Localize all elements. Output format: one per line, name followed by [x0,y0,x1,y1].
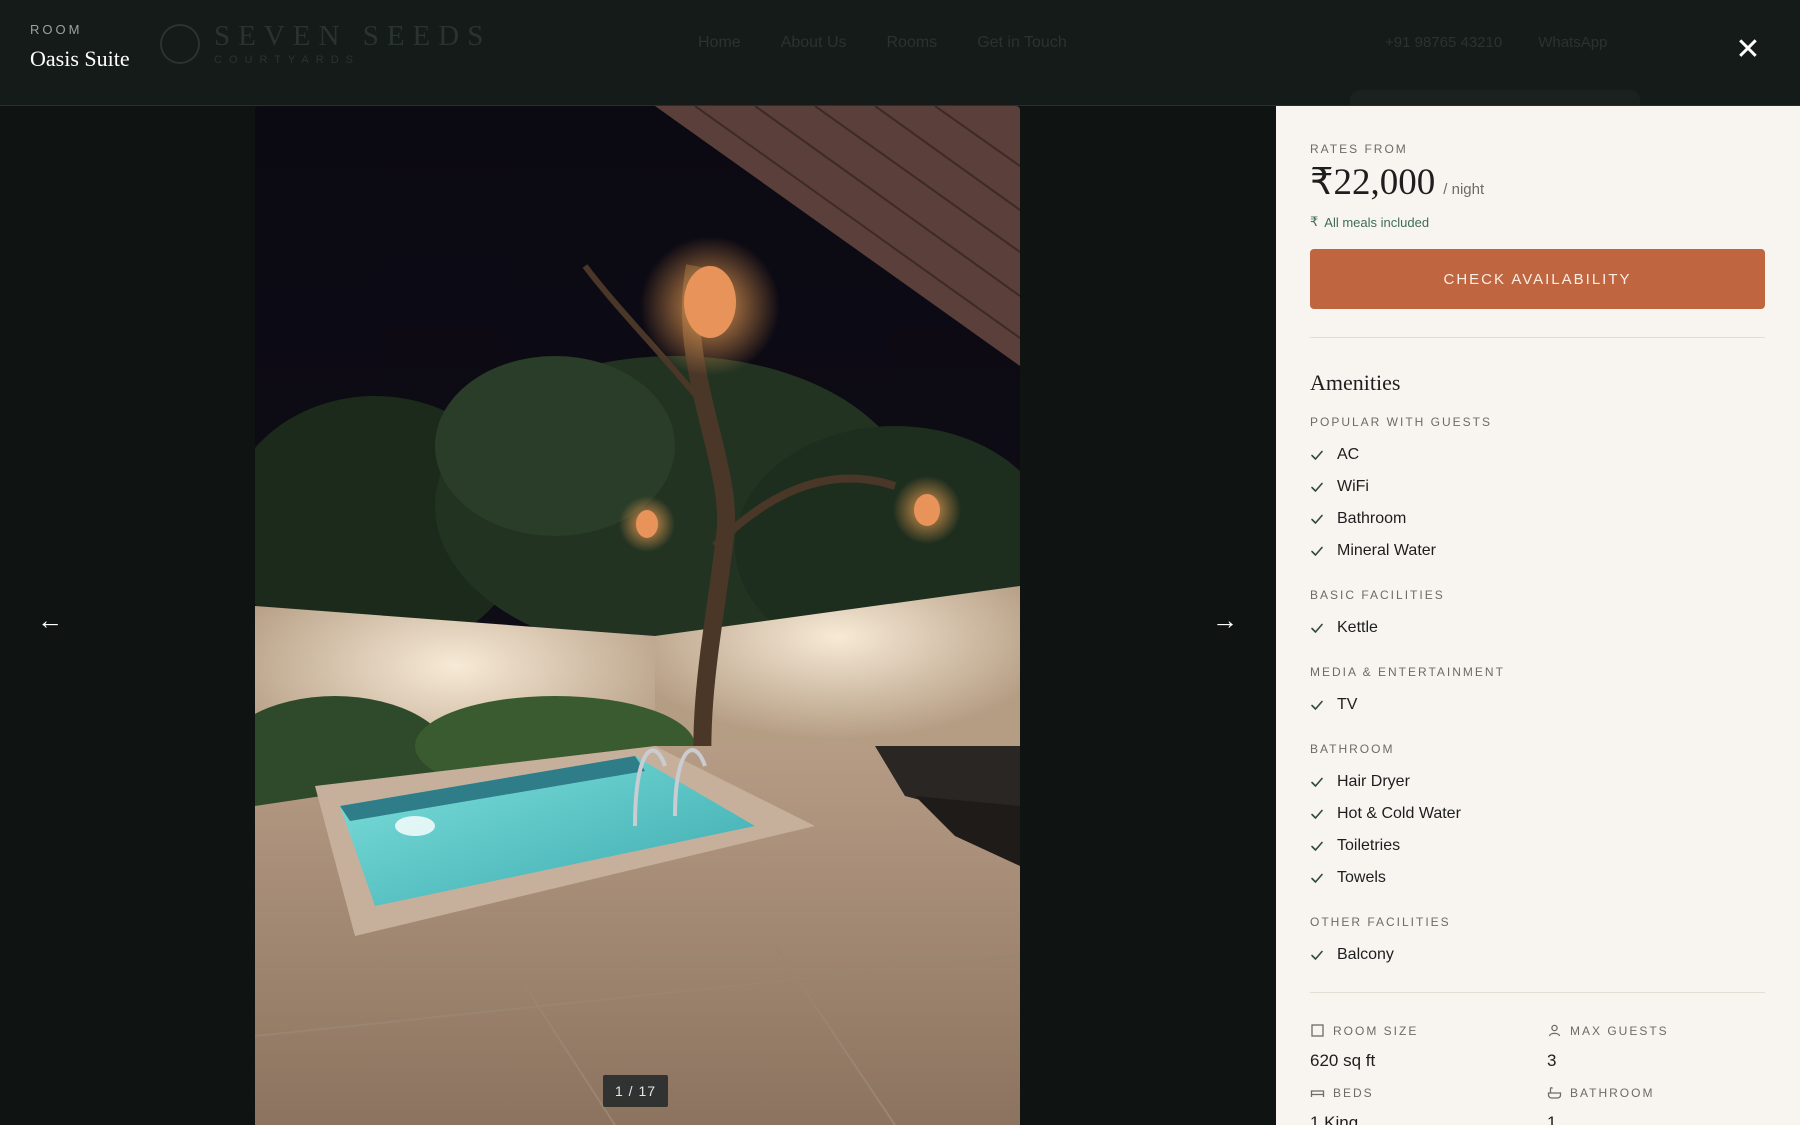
amenity-item: Hair Dryer [1310,766,1765,798]
site-header: SEVEN SEEDS COURTYARDS Home About Us Roo… [0,0,1800,110]
amenity-group-label: OTHER FACILITIES [1310,915,1451,929]
per-night: / night [1443,181,1485,198]
stat-label-text: ROOM SIZE [1333,1023,1419,1038]
prev-photo-arrow-icon[interactable]: ← [30,600,70,640]
amenity-label: Towels [1337,869,1386,886]
room-name: Oasis Suite [30,46,130,71]
stat-room-size: ROOM SIZE 620 sq ft [1310,1023,1547,1071]
person-icon [1547,1023,1562,1038]
check-icon [1310,512,1324,526]
meals-text: All meals included [1324,214,1430,230]
amenity-group-label: POPULAR WITH GUESTS [1310,415,1493,429]
amenities-title: Amenities [1310,370,1401,395]
amenity-item: Towels [1310,862,1765,894]
amenity-item: TV [1310,689,1765,721]
price-row: ₹22,000 / night [1310,160,1765,204]
check-icon [1310,807,1324,821]
amenity-label: AC [1337,446,1360,463]
amenity-item: Hot & Cold Water [1310,798,1765,830]
nav-item-rooms: Rooms [886,34,938,51]
amenity-label: Balcony [1337,946,1394,963]
overlay-eyebrow: ROOM [30,22,83,37]
room-details-panel: RATES FROM ₹22,000 / night ₹ All meals i… [1276,106,1800,1125]
amenity-list: Kettle [1310,612,1765,644]
amenity-group-label: BASIC FACILITIES [1310,588,1445,602]
logo-wordmark: SEVEN SEEDS [214,20,492,52]
meals-included: ₹ All meals included [1310,214,1765,230]
amenity-label: Hot & Cold Water [1337,805,1461,822]
stat-label: ROOM SIZE [1310,1023,1547,1038]
amenity-label: Kettle [1337,619,1378,636]
site-nav: Home About Us Rooms Get in Touch [698,34,1067,52]
divider [1310,992,1765,993]
logo-subtitle: COURTYARDS [214,54,360,66]
amenity-group-label: BATHROOM [1310,742,1395,756]
stat-beds: BEDS 1 King [1310,1085,1547,1125]
nav-item-contact: Get in Touch [977,34,1067,51]
amenity-list: AC WiFi Bathroom Mineral Water [1310,439,1765,567]
photo-gallery: ← → 1 / 17 [0,106,1276,1125]
next-photo-arrow-icon[interactable]: → [1205,600,1245,640]
rates-label: RATES FROM [1310,142,1408,156]
contact-whatsapp: WhatsApp [1538,34,1608,51]
stat-label: BEDS [1310,1085,1547,1100]
amenity-item: Bathroom [1310,503,1765,535]
check-icon [1310,448,1324,462]
amenity-item: Mineral Water [1310,535,1765,567]
check-availability-button[interactable]: CHECK AVAILABILITY [1310,249,1765,309]
check-icon [1310,871,1324,885]
meals-icon: ₹ [1310,214,1319,229]
amenity-label: Mineral Water [1337,542,1436,559]
stat-value: 620 sq ft [1310,1051,1376,1070]
square-icon [1310,1023,1325,1038]
check-icon [1310,698,1324,712]
divider [1310,337,1765,338]
stat-label: MAX GUESTS [1547,1023,1765,1038]
stat-value: 1 King [1310,1113,1359,1125]
amenity-item: AC [1310,439,1765,471]
check-icon [1310,839,1324,853]
amenity-label: Hair Dryer [1337,773,1410,790]
check-icon [1310,544,1324,558]
check-icon [1310,775,1324,789]
amenity-list: TV [1310,689,1765,721]
photo-counter: 1 / 17 [603,1075,669,1107]
amenity-group-label: MEDIA & ENTERTAINMENT [1310,665,1505,679]
amenity-label: WiFi [1337,478,1369,495]
amenity-item: WiFi [1310,471,1765,503]
amenity-list: Balcony [1310,939,1765,971]
stat-max-guests: MAX GUESTS 3 [1547,1023,1765,1071]
stat-label-text: BATHROOM [1570,1085,1655,1100]
room-photo [255,106,1020,1125]
price: ₹22,000 [1310,162,1436,203]
stat-label-text: MAX GUESTS [1570,1023,1669,1038]
bathtub-icon [1547,1085,1562,1100]
close-button[interactable]: ✕ [1730,32,1766,68]
amenity-item: Toiletries [1310,830,1765,862]
logo-mark-icon [160,24,200,64]
check-icon [1310,480,1324,494]
stat-value: 1 [1547,1113,1557,1125]
site-logo: SEVEN SEEDS COURTYARDS [160,22,491,66]
nav-item-about: About Us [780,34,847,51]
check-icon [1310,948,1324,962]
nav-item-home: Home [698,34,741,51]
amenity-item: Balcony [1310,939,1765,971]
stat-bathroom: BATHROOM 1 [1547,1085,1765,1125]
amenity-label: Toiletries [1337,837,1401,854]
amenity-groups: POPULAR WITH GUESTS AC WiFi Bathroom Mineral… [1310,415,1765,971]
overlay-title: ROOM Oasis Suite [30,22,130,72]
stat-label: BATHROOM [1547,1085,1765,1100]
amenity-label: Bathroom [1337,510,1407,527]
check-icon [1310,621,1324,635]
site-contact: +91 98765 43210 WhatsApp [1385,34,1607,51]
amenity-item: Kettle [1310,612,1765,644]
amenity-label: TV [1337,696,1358,713]
stat-label-text: BEDS [1333,1085,1374,1100]
room-stats: ROOM SIZE 620 sq ft MAX GUESTS 3 BEDS 1 King B… [1310,1023,1765,1125]
amenity-list: Hair Dryer Hot & Cold Water Toiletries Towe… [1310,766,1765,894]
contact-phone: +91 98765 43210 [1385,34,1503,51]
bed-icon [1310,1085,1325,1100]
stat-value: 3 [1547,1051,1557,1070]
